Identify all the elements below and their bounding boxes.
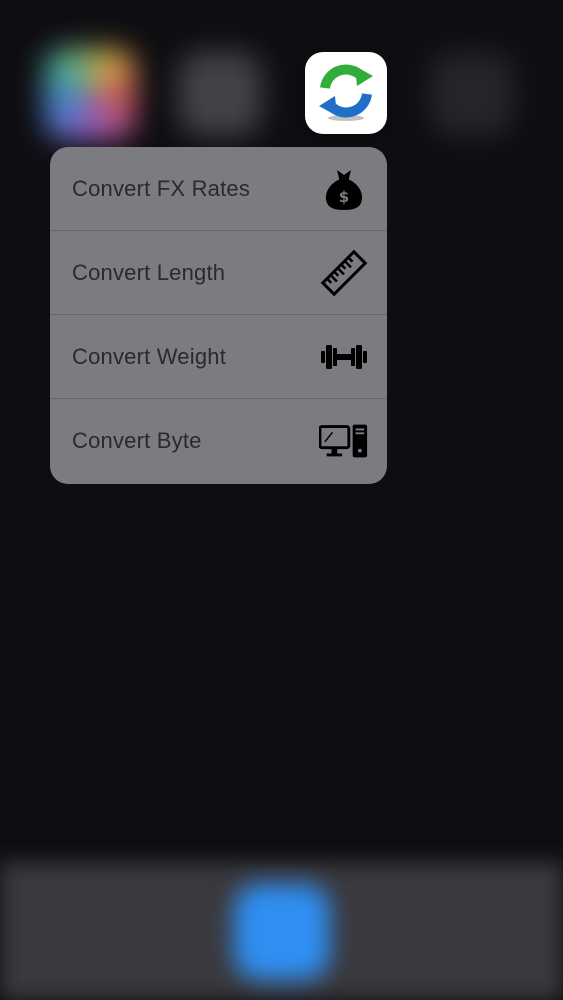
blurred-dock-app-icon <box>234 884 330 980</box>
blurred-app-icon <box>44 48 136 140</box>
quick-action-convert-byte[interactable]: Convert Byte <box>50 399 387 483</box>
quick-action-label: Convert FX Rates <box>72 175 251 201</box>
quick-action-convert-weight[interactable]: Convert Weight <box>50 315 387 399</box>
quick-actions-menu: Convert FX Rates $ Convert Length Conver… <box>50 147 387 484</box>
money-bag-icon: $ <box>319 164 369 214</box>
blurred-app-icon <box>430 52 514 136</box>
home-screen: Convert FX Rates $ Convert Length Conver… <box>0 0 563 1000</box>
ruler-icon <box>319 248 369 298</box>
quick-action-convert-length[interactable]: Convert Length <box>50 231 387 315</box>
computer-icon <box>319 416 369 466</box>
quick-action-label: Convert Weight <box>72 343 227 369</box>
svg-text:$: $ <box>339 188 349 206</box>
blurred-app-icon <box>178 52 262 136</box>
quick-action-label: Convert Byte <box>72 428 202 453</box>
refresh-arrows-icon <box>319 64 373 121</box>
quick-action-label: Convert Length <box>72 259 226 285</box>
converter-app-icon[interactable] <box>305 52 387 134</box>
quick-action-convert-fx-rates[interactable]: Convert FX Rates $ <box>50 147 387 231</box>
dumbbell-icon <box>319 332 369 382</box>
